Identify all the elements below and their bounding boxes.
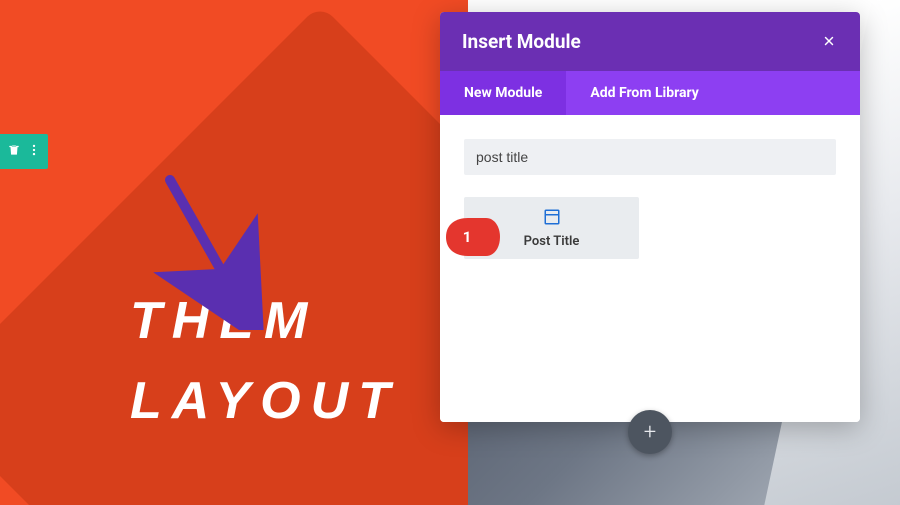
module-search-input[interactable] — [464, 139, 836, 175]
modal-body: Post Title — [440, 115, 860, 422]
post-title-icon — [543, 208, 561, 230]
tab-library-label: Add From Library — [590, 85, 698, 101]
plus-icon: + — [644, 420, 656, 445]
tab-new-module-label: New Module — [464, 85, 542, 101]
module-post-title[interactable]: Post Title — [464, 197, 639, 259]
hero-left-panel: THEM LAYOUT — [0, 0, 468, 505]
delete-section-button[interactable] — [5, 143, 23, 161]
modal-tabs: New Module Add From Library — [440, 71, 860, 115]
hero-text-block: THEM LAYOUT — [130, 290, 400, 433]
tab-new-module[interactable]: New Module — [440, 71, 566, 115]
hero-line-1: THEM — [130, 290, 400, 352]
module-label: Post Title — [524, 234, 580, 249]
page-stage: THEM LAYOUT Ins — [0, 0, 900, 505]
insert-module-modal: Insert Module New Module Add From Librar… — [440, 12, 860, 422]
modal-header: Insert Module — [440, 12, 860, 71]
close-icon — [822, 30, 836, 53]
trash-icon — [7, 142, 21, 161]
vertical-dots-icon — [27, 142, 41, 161]
add-section-button[interactable]: + — [628, 410, 672, 454]
modal-title: Insert Module — [462, 30, 581, 53]
module-search-row — [464, 139, 836, 175]
tab-add-from-library[interactable]: Add From Library — [566, 71, 722, 115]
section-controls — [0, 134, 48, 169]
modal-close-button[interactable] — [820, 33, 838, 51]
hero-line-2: LAYOUT — [130, 370, 400, 432]
module-results: Post Title — [464, 197, 836, 259]
section-menu-button[interactable] — [25, 143, 43, 161]
